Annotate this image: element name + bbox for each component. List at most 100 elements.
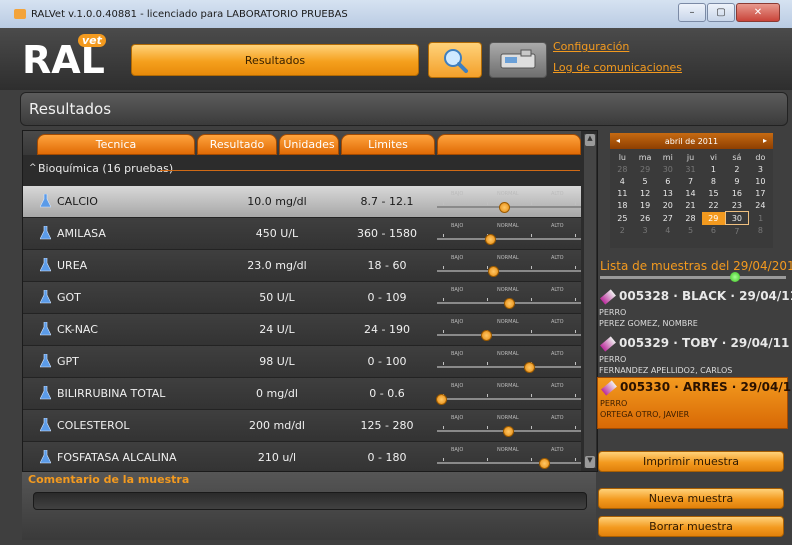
scroll-up-icon[interactable]: ▲: [585, 134, 595, 146]
group-header[interactable]: ^ Bioquímica (16 pruebas): [23, 159, 581, 181]
calendar-day[interactable]: 19: [634, 199, 657, 212]
column-header: Tecnica Resultado Unidades Limites: [23, 131, 581, 155]
table-row[interactable]: CALCIO 10.0 mg/dl 8.7 - 12.1 BAJO NORMAL ALTO: [23, 186, 581, 218]
table-row[interactable]: UREA 23.0 mg/dl 18 - 60 BAJO NORMAL ALTO: [23, 250, 581, 282]
close-button[interactable]: ✕: [736, 3, 780, 22]
gauge-label: ALTO: [551, 383, 564, 389]
test-result: 450 U/L: [255, 227, 299, 240]
results-scrollbar[interactable]: ▲ ▼: [584, 134, 596, 468]
calendar-day[interactable]: 7: [725, 225, 749, 238]
calendar-next-icon[interactable]: ▸: [763, 136, 767, 145]
calendar-day[interactable]: 9: [725, 175, 749, 187]
test-tube-icon: [600, 288, 616, 305]
flask-icon: [40, 226, 51, 240]
header-links: Configuración Log de comunicaciones: [553, 40, 682, 82]
scroll-down-icon[interactable]: ▼: [585, 456, 595, 468]
calendar-day[interactable]: 27: [656, 212, 679, 225]
table-row[interactable]: GOT 50 U/L 0 - 109 BAJO NORMAL ALTO: [23, 282, 581, 314]
calendar-day[interactable]: 4: [611, 175, 634, 187]
calendar-day[interactable]: 3: [749, 163, 772, 175]
calendar-day[interactable]: 1: [702, 163, 725, 175]
calendar-day[interactable]: 23: [725, 199, 749, 212]
test-result: 23.0 mg/dl: [247, 259, 307, 272]
configuracion-link[interactable]: Configuración: [553, 40, 682, 53]
table-row[interactable]: CK-NAC 24 U/L 24 - 190 BAJO NORMAL ALTO: [23, 314, 581, 346]
imprimir-muestra-button[interactable]: Imprimir muestra: [598, 451, 784, 472]
nueva-muestra-button[interactable]: Nueva muestra: [598, 488, 784, 509]
calendar-day[interactable]: 28: [679, 212, 702, 225]
sample-item[interactable]: 005330 · ARRES · 29/04/11 PERRO ORTEGA OTR…: [597, 377, 792, 429]
gauge-tick: [531, 330, 532, 333]
table-row[interactable]: FOSFATASA ALCALINA 210 u/l 0 - 180 BAJO NORM…: [23, 442, 581, 471]
calendar-day[interactable]: 13: [656, 187, 679, 199]
calendar-day[interactable]: 15: [702, 187, 725, 199]
calendar-day[interactable]: 3: [634, 225, 657, 238]
calendar-day[interactable]: 29: [701, 211, 726, 225]
table-row[interactable]: BILIRRUBINA TOTAL 0 mg/dl 0 - 0.6 BAJO NORMA…: [23, 378, 581, 410]
gauge-tick: [443, 234, 444, 237]
column-resultado[interactable]: Resultado: [197, 134, 277, 155]
samples-slider[interactable]: [600, 272, 786, 282]
calendar-day[interactable]: 16: [725, 187, 749, 199]
calendar-day[interactable]: 18: [611, 199, 634, 212]
calendar-day[interactable]: 24: [749, 199, 772, 212]
weekday-label: mi: [662, 152, 673, 162]
column-gauge: [437, 134, 581, 155]
calendar-day[interactable]: 25: [611, 212, 634, 225]
calendar-day[interactable]: 28: [611, 163, 634, 175]
sample-item[interactable]: 005328 · BLACK · 29/04/11 PERRO PEREZ GOME…: [597, 287, 792, 337]
gauge-label: BAJO: [451, 415, 464, 421]
calendar-day[interactable]: 1: [749, 212, 772, 225]
calendar-day[interactable]: 17: [749, 187, 772, 199]
calendar-day[interactable]: 4: [656, 225, 679, 238]
calendar-day[interactable]: 10: [749, 175, 772, 187]
search-button[interactable]: [428, 42, 482, 78]
table-row[interactable]: COLESTEROL 200 md/dl 125 - 280 BAJO NORMAL AL…: [23, 410, 581, 442]
table-row[interactable]: AMILASA 450 U/L 360 - 1580 BAJO NORMAL ALTO: [23, 218, 581, 250]
calendar-day[interactable]: 30: [724, 211, 750, 225]
calendar-day[interactable]: 26: [634, 212, 657, 225]
app-icon: [14, 9, 26, 19]
calendar-day[interactable]: 14: [679, 187, 702, 199]
calendar-day[interactable]: 31: [679, 163, 702, 175]
calendar-day[interactable]: 20: [656, 199, 679, 212]
calendar-day[interactable]: 29: [634, 163, 657, 175]
calendar-day[interactable]: 22: [702, 199, 725, 212]
calendar-day[interactable]: 12: [634, 187, 657, 199]
gauge-label: NORMAL: [497, 447, 519, 453]
table-row[interactable]: GPT 98 U/L 0 - 100 BAJO NORMAL ALTO: [23, 346, 581, 378]
test-name: AMILASA: [57, 227, 106, 240]
maximize-button[interactable]: ▢: [707, 3, 735, 22]
calendar-day[interactable]: 8: [749, 225, 772, 238]
calendar-day[interactable]: 2: [725, 163, 749, 175]
slider-handle[interactable]: [730, 272, 740, 282]
calendar-day[interactable]: 11: [611, 187, 634, 199]
collapse-caret-icon[interactable]: ^: [29, 163, 37, 173]
calendar-day[interactable]: 7: [679, 175, 702, 187]
gauge-label: BAJO: [451, 319, 464, 325]
nav-resultados-button[interactable]: Resultados: [131, 44, 419, 76]
flask-icon: [40, 418, 51, 432]
test-limits: 0 - 100: [367, 355, 407, 368]
calendar-day[interactable]: 6: [656, 175, 679, 187]
analyzer-button[interactable]: [489, 42, 547, 78]
gauge-tick: [487, 298, 488, 301]
test-limits: 0 - 0.6: [369, 387, 405, 400]
log-comunicaciones-link[interactable]: Log de comunicaciones: [553, 61, 682, 74]
gauge-tick: [531, 266, 532, 269]
minimize-button[interactable]: –: [678, 3, 706, 22]
gauge-tick: [575, 362, 576, 365]
calendar-day[interactable]: 21: [679, 199, 702, 212]
column-tecnica[interactable]: Tecnica: [37, 134, 195, 155]
calendar-day[interactable]: 2: [611, 225, 634, 238]
comment-input[interactable]: [33, 492, 587, 510]
calendar-day[interactable]: 5: [634, 175, 657, 187]
gauge-tick: [575, 298, 576, 301]
calendar-day[interactable]: 6: [702, 225, 725, 238]
borrar-muestra-button[interactable]: Borrar muestra: [598, 516, 784, 537]
calendar-day[interactable]: 5: [679, 225, 702, 238]
calendar-day[interactable]: 30: [656, 163, 679, 175]
column-unidades[interactable]: Unidades: [279, 134, 339, 155]
calendar-day[interactable]: 8: [702, 175, 725, 187]
column-limites[interactable]: Limites: [341, 134, 435, 155]
